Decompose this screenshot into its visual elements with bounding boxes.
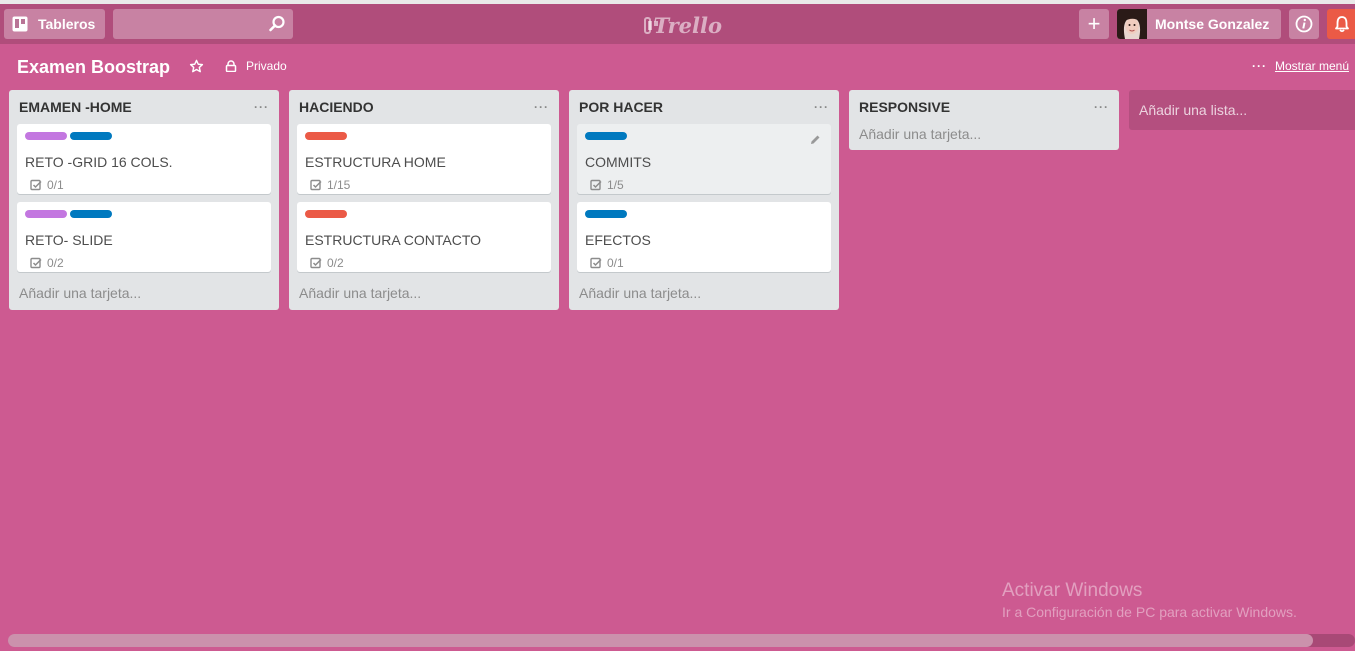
card-labels [585,132,823,140]
user-menu-button[interactable]: Montse Gonzalez [1117,9,1281,39]
show-menu-label: Mostrar menú [1274,59,1349,73]
lock-icon [225,60,237,72]
list-header[interactable]: EMAMEN -HOME ··· [17,90,271,124]
card-labels [305,132,543,140]
card-title: RETO- SLIDE [25,232,113,248]
list-title[interactable]: EMAMEN -HOME [19,99,132,115]
checklist-badge: 0/2 [305,256,543,270]
card[interactable]: COMMITS 1/5 [577,124,831,194]
boards-icon [12,16,28,32]
list-more-icon[interactable]: ··· [814,100,829,114]
checklist-icon [310,257,322,269]
board-title[interactable]: Examen Boostrap [17,57,170,78]
top-header: Tableros Trello + Montse Gonzalez [0,4,1355,44]
visibility-button[interactable]: Privado [225,59,287,73]
windows-activation-subtitle: Ir a Configuración de PC para activar Wi… [1002,604,1297,620]
search-icon[interactable] [268,15,286,33]
label-purple [25,132,67,140]
label-purple [25,210,67,218]
checklist-count: 0/1 [607,256,624,270]
checklist-count: 1/5 [607,178,624,192]
list-haciendo: HACIENDO ··· ESTRUCTURA HOME 1/15 ESTRUC… [289,90,559,310]
card-labels [25,210,263,218]
plus-icon: + [1087,11,1101,36]
checklist-badge: 0/1 [585,256,823,270]
add-button[interactable]: + [1079,9,1109,39]
add-card-button[interactable]: Añadir una tarjeta... [17,276,271,310]
checklist-badge: 1/5 [585,178,823,192]
list-more-icon[interactable]: ··· [534,100,549,114]
add-card-button[interactable]: Añadir una tarjeta... [297,276,551,310]
windows-activation-title: Activar Windows [1002,580,1143,601]
list-responsive: RESPONSIVE ··· Añadir una tarjeta... [849,90,1119,150]
scrollbar-thumb[interactable] [8,634,1313,647]
list-more-icon[interactable]: ··· [1094,100,1109,114]
boards-label: Tableros [38,16,96,32]
trello-logo[interactable]: Trello [644,12,722,38]
card-title: COMMITS [585,154,652,170]
user-name: Montse Gonzalez [1155,16,1270,32]
card-labels [585,210,823,218]
card-title: ESTRUCTURA HOME [305,154,446,170]
card[interactable]: RETO- SLIDE 0/2 [17,202,271,272]
card-title: ESTRUCTURA CONTACTO [305,232,482,248]
avatar [1117,9,1147,39]
label-blue [70,132,112,140]
checklist-icon [590,179,602,191]
label-red [305,132,347,140]
list-header[interactable]: HACIENDO ··· [297,90,551,124]
list-por-hacer: POR HACER ··· COMMITS 1/5 EFECTOS 0/1 Añ… [569,90,839,310]
card-title: RETO -GRID 16 COLS. [25,154,173,170]
card[interactable]: ESTRUCTURA CONTACTO 0/2 [297,202,551,272]
more-icon: ··· [1251,59,1267,73]
checklist-count: 1/15 [327,178,351,192]
notifications-button[interactable] [1327,9,1355,39]
label-blue [585,132,627,140]
checklist-count: 0/2 [327,256,344,270]
info-icon [1295,15,1313,33]
card-title: EFECTOS [585,232,651,248]
info-button[interactable] [1289,9,1319,39]
checklist-icon [30,257,42,269]
add-card-button[interactable]: Añadir una tarjeta... [857,120,1111,150]
bell-icon [1335,16,1349,33]
checklist-badge: 1/15 [305,178,543,192]
visibility-label: Privado [246,59,287,73]
checklist-badge: 0/1 [25,178,263,192]
show-menu-link[interactable]: ··· Mostrar menú [1252,59,1349,73]
list-more-icon[interactable]: ··· [254,100,269,114]
list-title[interactable]: POR HACER [579,99,663,115]
trello-logo-icon [644,16,657,34]
card-labels [305,210,543,218]
edit-pencil-icon[interactable] [809,134,821,146]
checklist-badge: 0/2 [25,256,263,270]
add-list-button[interactable]: Añadir una lista... [1129,90,1355,130]
avatar-image [1117,9,1147,39]
label-blue [70,210,112,218]
checklist-count: 0/2 [47,256,64,270]
checklist-count: 0/1 [47,178,64,192]
list-emamen-home: EMAMEN -HOME ··· RETO -GRID 16 COLS. 0/1… [9,90,279,310]
list-header[interactable]: RESPONSIVE ··· [857,90,1111,124]
list-header[interactable]: POR HACER ··· [577,90,831,124]
logo-text: Trello [653,12,723,38]
checklist-icon [310,179,322,191]
card-labels [25,132,263,140]
search-input[interactable] [113,9,293,39]
card[interactable]: ESTRUCTURA HOME 1/15 [297,124,551,194]
star-icon[interactable] [189,59,204,74]
add-card-button[interactable]: Añadir una tarjeta... [577,276,831,310]
boards-button[interactable]: Tableros [4,9,105,39]
list-title[interactable]: HACIENDO [299,99,374,115]
checklist-icon [30,179,42,191]
checklist-icon [590,257,602,269]
card[interactable]: RETO -GRID 16 COLS. 0/1 [17,124,271,194]
list-title[interactable]: RESPONSIVE [859,99,950,115]
card[interactable]: EFECTOS 0/1 [577,202,831,272]
label-red [305,210,347,218]
label-blue [585,210,627,218]
